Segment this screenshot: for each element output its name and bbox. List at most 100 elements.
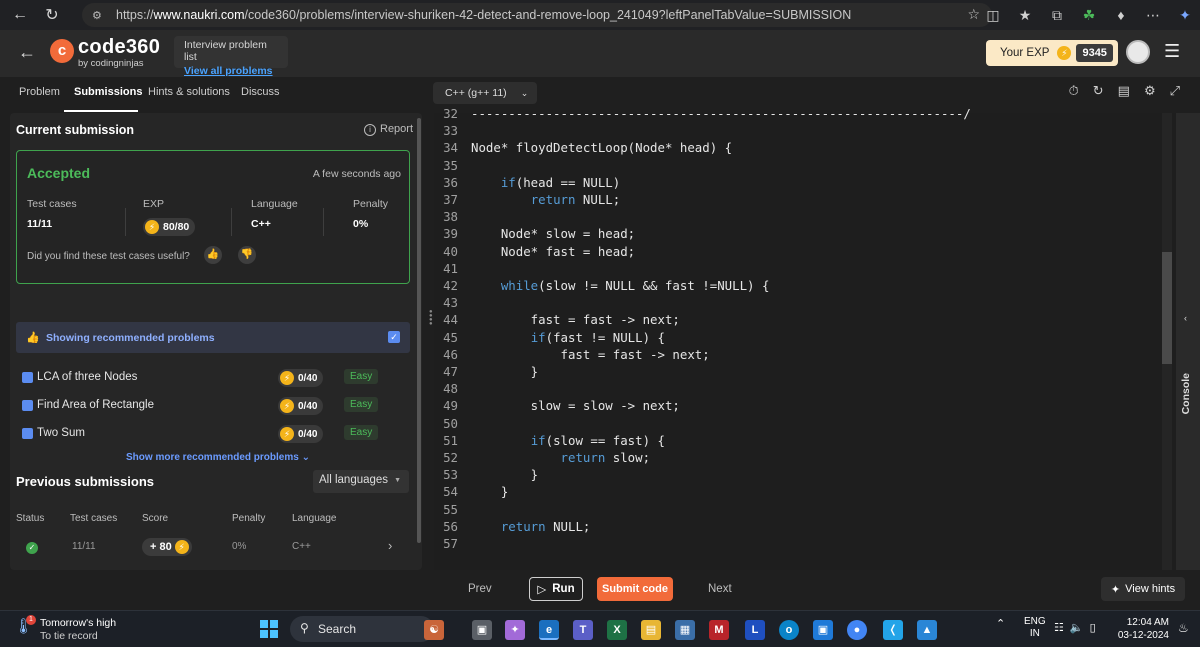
run-button[interactable]: ▷ Run bbox=[529, 577, 583, 601]
more-options-icon[interactable]: ⋯ bbox=[1144, 7, 1162, 24]
code-line[interactable]: 40 Node* fast = head; bbox=[434, 243, 1154, 260]
code-line[interactable]: 48 bbox=[434, 380, 1154, 397]
exp-badge[interactable]: Your EXP ⚡ 9345 bbox=[986, 40, 1118, 66]
site-info-icon[interactable]: ⚙ bbox=[92, 9, 108, 22]
list-item[interactable]: LCA of three Nodes ⚡ 0/40 Easy bbox=[22, 369, 402, 389]
code-line[interactable]: 43 bbox=[434, 294, 1154, 311]
tab-hints-solutions[interactable]: Hints & solutions bbox=[148, 86, 230, 98]
tab-submissions[interactable]: Submissions bbox=[74, 86, 142, 98]
code-line[interactable]: 49 slow = slow -> next; bbox=[434, 397, 1154, 414]
widget-game-icon[interactable]: ☯ bbox=[424, 620, 444, 640]
thumbs-down-icon[interactable]: 👎 bbox=[238, 246, 256, 264]
code-line[interactable]: 37 return NULL; bbox=[434, 191, 1154, 208]
windows-start-icon[interactable] bbox=[260, 620, 278, 638]
user-avatar[interactable] bbox=[1126, 40, 1150, 64]
code-line[interactable]: 45 if(fast != NULL) { bbox=[434, 329, 1154, 346]
excel-icon[interactable]: X bbox=[607, 620, 627, 640]
volume-icon[interactable]: 🔈 bbox=[1070, 622, 1090, 634]
back-arrow-icon[interactable]: ← bbox=[18, 42, 36, 63]
settings-gear-icon[interactable]: ⚙ bbox=[1144, 83, 1156, 99]
code-line[interactable]: 38 bbox=[434, 208, 1154, 225]
problem-name[interactable]: Two Sum bbox=[37, 427, 85, 439]
mcafee-icon[interactable]: M bbox=[709, 620, 729, 640]
editor-scrollbar[interactable] bbox=[1162, 252, 1172, 364]
code-line[interactable]: 34 Node* floydDetectLoop(Node* head) { bbox=[434, 139, 1154, 156]
tray-status-icons[interactable]: ☷🔈▯ bbox=[1054, 621, 1102, 634]
edge-browser-icon[interactable]: e bbox=[539, 620, 559, 640]
photos-icon[interactable]: ▲ bbox=[917, 620, 937, 640]
battery-icon[interactable]: ▯ bbox=[1090, 622, 1102, 634]
favorites-icon[interactable]: ★ bbox=[1016, 7, 1034, 24]
next-button[interactable]: Next bbox=[708, 583, 732, 595]
panel-resize-handle[interactable]: ● ● ● ● bbox=[429, 309, 433, 330]
code-line[interactable]: 33 bbox=[434, 122, 1154, 139]
reload-icon[interactable]: ↻ bbox=[36, 0, 68, 30]
extension-icon[interactable]: ☘ bbox=[1080, 7, 1098, 24]
view-hints-button[interactable]: ✦ View hints bbox=[1101, 577, 1185, 601]
notifications-bell-icon[interactable]: ♨ bbox=[1178, 621, 1189, 635]
code-line[interactable]: 41 bbox=[434, 260, 1154, 277]
teams-icon[interactable]: T bbox=[573, 620, 593, 640]
view-all-problems-link[interactable]: View all problems bbox=[184, 65, 278, 77]
code-line[interactable]: 44 fast = fast -> next; bbox=[434, 311, 1154, 328]
chrome-icon[interactable]: ● bbox=[847, 620, 867, 640]
code-editor[interactable]: 32 --------------------------------------… bbox=[434, 106, 1176, 570]
language-select[interactable]: C++ (g++ 11) ⌄ bbox=[433, 82, 537, 104]
code-line[interactable]: 36 if(head == NULL) bbox=[434, 174, 1154, 191]
app-window-icon[interactable]: ▣ bbox=[813, 620, 833, 640]
tab-problem[interactable]: Problem bbox=[19, 86, 60, 98]
prev-button[interactable]: Prev bbox=[468, 583, 492, 595]
problem-name[interactable]: LCA of three Nodes bbox=[37, 371, 137, 383]
code-line[interactable]: 53 } bbox=[434, 466, 1154, 483]
collections-icon[interactable]: ⧉ bbox=[1048, 7, 1066, 24]
list-item[interactable]: Find Area of Rectangle ⚡ 0/40 Easy bbox=[22, 397, 402, 417]
taskbar-search[interactable]: ⚲ Search bbox=[290, 616, 434, 642]
thumbs-up-icon[interactable]: 👍 bbox=[204, 246, 222, 264]
tray-overflow-icon[interactable]: ⌃ bbox=[996, 617, 1005, 630]
submit-code-button[interactable]: Submit code bbox=[597, 577, 673, 601]
fullscreen-icon[interactable]: ⤢ bbox=[1170, 83, 1180, 99]
code-line[interactable]: 55 bbox=[434, 501, 1154, 518]
code360-logo-icon[interactable]: c bbox=[50, 39, 74, 63]
console-panel-toggle[interactable]: ‹ Console bbox=[1176, 113, 1200, 570]
alexa-icon[interactable]: o bbox=[779, 620, 799, 640]
copilot-icon[interactable]: ✦ bbox=[1176, 7, 1194, 24]
code-line[interactable]: 42 while(slow != NULL && fast !=NULL) { bbox=[434, 277, 1154, 294]
show-more-recommended-link[interactable]: Show more recommended problems ⌄ bbox=[126, 452, 310, 463]
back-icon[interactable]: ← bbox=[4, 0, 36, 30]
hamburger-menu-icon[interactable]: ☰ bbox=[1164, 41, 1180, 62]
code-line[interactable]: 50 bbox=[434, 415, 1154, 432]
chevron-right-icon[interactable]: › bbox=[388, 538, 392, 553]
code-line[interactable]: 52 return slow; bbox=[434, 449, 1154, 466]
app-l-icon[interactable]: L bbox=[745, 620, 765, 640]
tab-discuss[interactable]: Discuss bbox=[241, 86, 280, 98]
system-clock[interactable]: 12:04 AM 03-12-2024 bbox=[1113, 616, 1169, 642]
split-screen-icon[interactable]: ◫ bbox=[984, 7, 1002, 24]
code-line[interactable]: 32 --------------------------------------… bbox=[434, 105, 1154, 122]
logo-text[interactable]: code360 bbox=[78, 36, 160, 59]
favorite-star-icon[interactable]: ☆ bbox=[967, 6, 980, 23]
code-line[interactable]: 51 if(slow == fast) { bbox=[434, 432, 1154, 449]
left-panel-scrollbar[interactable] bbox=[417, 118, 421, 543]
list-item[interactable]: Two Sum ⚡ 0/40 Easy bbox=[22, 425, 402, 445]
store-icon[interactable]: ▦ bbox=[675, 620, 695, 640]
address-bar[interactable]: ⚙ https://www.naukri.com/code360/problem… bbox=[82, 3, 992, 27]
recommended-checkbox[interactable]: ✓ bbox=[388, 331, 400, 343]
wifi-icon[interactable]: ☷ bbox=[1054, 622, 1070, 634]
code-line[interactable]: 57 bbox=[434, 535, 1154, 552]
problem-name[interactable]: Find Area of Rectangle bbox=[37, 399, 154, 411]
notes-icon[interactable]: ▤ bbox=[1118, 83, 1130, 99]
code-line[interactable]: 54 } bbox=[434, 483, 1154, 500]
file-explorer-icon[interactable]: ▤ bbox=[641, 620, 661, 640]
task-view-icon[interactable]: ▣ bbox=[472, 620, 492, 640]
extensions-puzzle-icon[interactable]: ♦ bbox=[1112, 7, 1130, 23]
code-line[interactable]: 39 Node* slow = head; bbox=[434, 225, 1154, 242]
code-line[interactable]: 47 } bbox=[434, 363, 1154, 380]
vscode-icon[interactable]: ❬ bbox=[883, 620, 903, 640]
language-filter-select[interactable]: All languages ▼ bbox=[313, 470, 409, 493]
copilot-app-icon[interactable]: ✦ bbox=[505, 620, 525, 640]
input-language[interactable]: ENG IN bbox=[1024, 616, 1046, 640]
code-line[interactable]: 35 bbox=[434, 157, 1154, 174]
reset-icon[interactable]: ↻ bbox=[1093, 83, 1104, 99]
code-line[interactable]: 46 fast = fast -> next; bbox=[434, 346, 1154, 363]
